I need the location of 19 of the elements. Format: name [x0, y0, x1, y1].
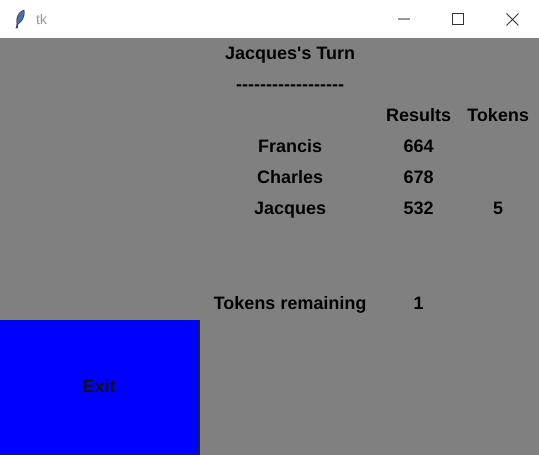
tokens-value: 5: [492, 198, 503, 219]
maximize-icon[interactable]: [452, 13, 464, 25]
result-value: 532: [403, 198, 434, 219]
window-title: tk: [36, 11, 47, 27]
player-name: Jacques: [254, 198, 326, 219]
player-name: Francis: [258, 136, 322, 157]
tokens-remaining-label: Tokens remaining: [214, 292, 366, 314]
minimize-icon[interactable]: [398, 18, 410, 20]
close-icon[interactable]: [506, 12, 518, 26]
tokens-remaining-value: 1: [413, 292, 424, 314]
result-value: 678: [403, 167, 434, 188]
column-header: Results: [386, 105, 452, 126]
column-header: Tokens: [467, 105, 529, 126]
separator-text: ------------------: [236, 74, 344, 95]
exit-button[interactable]: Exit: [0, 320, 200, 455]
turn-heading: Jacques's Turn: [225, 43, 355, 64]
result-value: 664: [403, 136, 434, 157]
player-name: Charles: [256, 167, 324, 188]
feather-icon: [14, 9, 26, 29]
